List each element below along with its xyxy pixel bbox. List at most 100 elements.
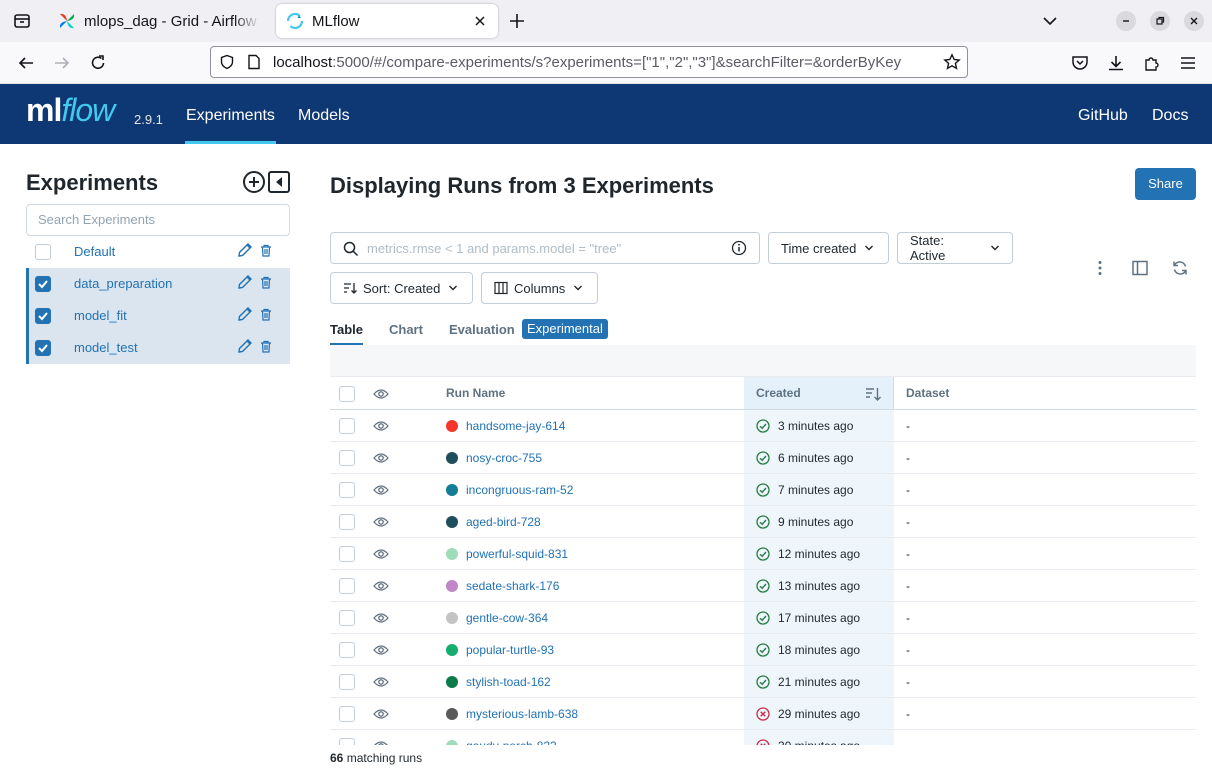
run-checkbox[interactable] (339, 642, 355, 658)
bookmark-star-icon[interactable] (943, 53, 961, 71)
experiment-label[interactable]: model_test (74, 340, 138, 355)
eye-icon[interactable] (373, 739, 389, 745)
tab-chart[interactable]: Chart (389, 322, 423, 337)
select-all-checkbox[interactable] (339, 386, 355, 402)
run-color-dot[interactable] (446, 548, 458, 560)
eye-icon[interactable] (373, 675, 389, 689)
more-options-icon[interactable] (1091, 259, 1109, 277)
run-name-link[interactable]: popular-turtle-93 (466, 643, 554, 657)
run-color-dot[interactable] (446, 420, 458, 432)
close-window-button[interactable] (1184, 11, 1204, 31)
run-color-dot[interactable] (446, 580, 458, 592)
run-checkbox[interactable] (339, 546, 355, 562)
trash-icon[interactable] (260, 244, 272, 257)
collapse-sidebar-icon[interactable] (267, 170, 291, 194)
chevron-down-icon[interactable] (1042, 13, 1058, 29)
add-experiment-icon[interactable] (242, 170, 266, 194)
table-row[interactable]: nosy-croc-755 6 minutes ago - (330, 442, 1196, 474)
run-checkbox[interactable] (339, 482, 355, 498)
trash-icon[interactable] (260, 276, 272, 289)
eye-icon[interactable] (373, 611, 389, 625)
table-row[interactable]: gentle-cow-364 17 minutes ago - (330, 602, 1196, 634)
table-row[interactable]: mysterious-lamb-638 29 minutes ago - (330, 698, 1196, 730)
nav-docs[interactable]: Docs (1152, 107, 1188, 125)
experiment-item-default[interactable]: Default (26, 236, 290, 268)
pocket-icon[interactable] (1070, 53, 1090, 73)
trash-icon[interactable] (260, 340, 272, 353)
run-checkbox[interactable] (339, 674, 355, 690)
nav-experiments[interactable]: Experiments (185, 107, 276, 144)
nav-github[interactable]: GitHub (1078, 107, 1128, 125)
run-color-dot[interactable] (446, 708, 458, 720)
info-icon[interactable] (731, 240, 747, 256)
experiment-item-model-fit[interactable]: model_fit (26, 300, 290, 332)
maximize-window-button[interactable] (1150, 11, 1170, 31)
sort-descending-icon[interactable] (865, 386, 881, 402)
eye-icon[interactable] (373, 643, 389, 657)
table-row[interactable]: sedate-shark-176 13 minutes ago - (330, 570, 1196, 602)
experiment-checkbox[interactable] (35, 244, 51, 260)
eye-icon[interactable] (373, 547, 389, 561)
eye-icon[interactable] (373, 387, 389, 401)
page-info-icon[interactable] (247, 54, 261, 70)
run-name-link[interactable]: incongruous-ram-52 (466, 483, 573, 497)
run-color-dot[interactable] (446, 676, 458, 688)
run-name-link[interactable]: sedate-shark-176 (466, 579, 559, 593)
extensions-icon[interactable] (1142, 53, 1162, 73)
table-row[interactable]: popular-turtle-93 18 minutes ago - (330, 634, 1196, 666)
share-button[interactable]: Share (1135, 168, 1196, 200)
shield-icon[interactable] (219, 54, 235, 70)
nav-models[interactable]: Models (298, 107, 350, 125)
tab-table[interactable]: Table (330, 322, 363, 346)
back-arrow-icon[interactable] (16, 53, 36, 73)
experiment-item-model-test[interactable]: model_test (26, 332, 290, 364)
run-color-dot[interactable] (446, 452, 458, 464)
eye-icon[interactable] (373, 515, 389, 529)
column-header-run-name[interactable]: Run Name (446, 386, 505, 400)
trash-icon[interactable] (260, 308, 272, 321)
experiment-label[interactable]: model_fit (74, 308, 127, 323)
search-experiments-input[interactable]: Search Experiments (26, 204, 290, 236)
run-name-link[interactable]: powerful-squid-831 (466, 547, 568, 561)
run-checkbox[interactable] (339, 578, 355, 594)
menu-icon[interactable] (1178, 53, 1198, 73)
column-header-created[interactable]: Created (756, 386, 801, 400)
run-color-dot[interactable] (446, 484, 458, 496)
experiment-label[interactable]: data_preparation (74, 276, 172, 291)
table-row[interactable]: handsome-jay-614 3 minutes ago - (330, 410, 1196, 442)
table-row[interactable]: aged-bird-728 9 minutes ago - (330, 506, 1196, 538)
run-color-dot[interactable] (446, 740, 458, 745)
edit-pencil-icon[interactable] (237, 274, 253, 290)
run-color-dot[interactable] (446, 516, 458, 528)
tab-list-icon[interactable] (12, 11, 32, 31)
run-name-link[interactable]: handsome-jay-614 (466, 419, 565, 433)
browser-tab-airflow[interactable]: mlops_dag - Grid - Airflow (48, 4, 270, 38)
eye-icon[interactable] (373, 483, 389, 497)
run-name-link[interactable]: aged-bird-728 (466, 515, 541, 529)
run-checkbox[interactable] (339, 514, 355, 530)
edit-pencil-icon[interactable] (237, 338, 253, 354)
close-tab-icon[interactable] (472, 13, 488, 29)
run-color-dot[interactable] (446, 644, 458, 656)
experiment-label[interactable]: Default (74, 244, 115, 259)
column-header-dataset[interactable]: Dataset (906, 386, 949, 400)
table-row[interactable]: powerful-squid-831 12 minutes ago - (330, 538, 1196, 570)
run-checkbox[interactable] (339, 418, 355, 434)
sort-dropdown[interactable]: Sort: Created (330, 272, 473, 304)
download-icon[interactable] (1106, 53, 1126, 73)
new-tab-icon[interactable] (508, 12, 526, 30)
run-checkbox[interactable] (339, 738, 355, 745)
experiment-checkbox[interactable] (35, 276, 51, 292)
forward-arrow-icon[interactable] (52, 53, 72, 73)
eye-icon[interactable] (373, 579, 389, 593)
eye-icon[interactable] (373, 451, 389, 465)
run-checkbox[interactable] (339, 706, 355, 722)
minimize-window-button[interactable] (1116, 11, 1136, 31)
reload-icon[interactable] (88, 53, 108, 73)
table-row[interactable]: gaudy-perch-822 30 minutes ago - (330, 730, 1196, 745)
time-created-dropdown[interactable]: Time created (768, 232, 889, 264)
edit-pencil-icon[interactable] (237, 242, 253, 258)
state-filter-dropdown[interactable]: State: Active (897, 232, 1013, 264)
run-checkbox[interactable] (339, 450, 355, 466)
table-row[interactable]: stylish-toad-162 21 minutes ago - (330, 666, 1196, 698)
